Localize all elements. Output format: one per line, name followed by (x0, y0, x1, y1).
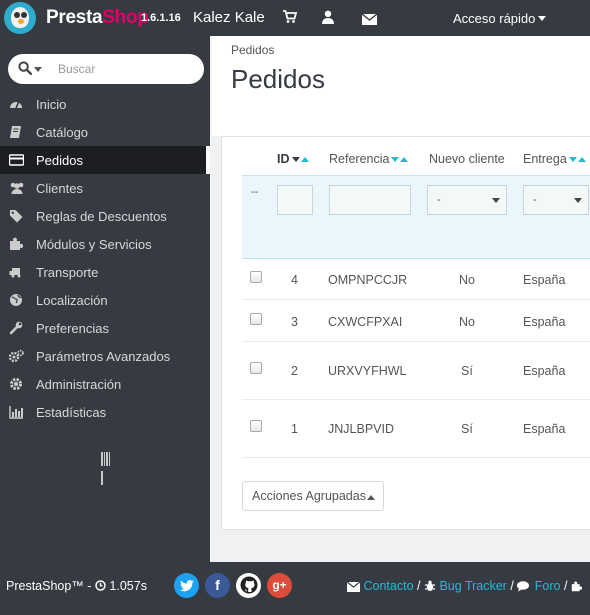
forum-link[interactable]: Foro (535, 579, 561, 593)
footer-links: Contacto / Bug Tracker / Foro / (346, 579, 583, 593)
cell-new-client: No (459, 315, 475, 329)
cell-new-client: Sí (461, 422, 473, 436)
cell-id: 3 (291, 315, 298, 329)
wrench-icon (9, 321, 23, 335)
chevron-up-icon (367, 495, 375, 500)
chevron-down-icon[interactable] (34, 67, 42, 72)
filter-delivery-select[interactable]: - (523, 185, 589, 215)
google-plus-icon[interactable]: g+ (267, 573, 292, 598)
column-header-delivery[interactable]: Entrega (523, 152, 586, 166)
cell-delivery: España (523, 364, 566, 378)
sidebar-item-inicio[interactable]: Inicio (0, 90, 210, 118)
sort-asc-icon[interactable] (577, 157, 586, 162)
facebook-icon[interactable]: f (205, 573, 230, 598)
sidebar-item-transporte[interactable]: Transporte (0, 258, 210, 286)
version-label: 1.6.1.16 (141, 12, 181, 24)
sidebar-item-estadisticas[interactable]: Estadísticas (0, 398, 210, 426)
twitter-icon[interactable] (174, 573, 199, 598)
cell-id: 4 (291, 273, 298, 287)
credit-card-icon (8, 153, 25, 167)
sort-asc-icon[interactable] (400, 157, 409, 162)
globe-icon (9, 293, 23, 307)
shop-name-link[interactable]: Kalez Kale (193, 9, 265, 26)
column-header-reference[interactable]: Referencia (329, 152, 409, 166)
top-header: PrestaShop 1.6.1.16 Kalez Kale Acceso rá… (0, 0, 590, 36)
sidebar: Inicio Catálogo Pedidos Clientes Reglas … (0, 36, 210, 562)
comments-icon (517, 579, 531, 593)
user-icon[interactable] (322, 10, 334, 29)
column-header-id[interactable]: ID (277, 152, 309, 166)
cart-icon[interactable] (283, 10, 298, 29)
column-header-new-client: Nuevo cliente (429, 152, 505, 166)
cogs-icon (8, 349, 24, 363)
sidebar-item-localizacion[interactable]: Localización (0, 286, 210, 314)
footer-info: PrestaShop™ - 1.057s (6, 579, 147, 593)
clock-icon (95, 579, 106, 593)
search-input[interactable] (58, 60, 198, 78)
cell-reference: URXVYFHWL (328, 364, 407, 378)
brand-name[interactable]: PrestaShop (46, 7, 149, 29)
sidebar-item-clientes[interactable]: Clientes (0, 174, 210, 202)
chevron-down-icon (538, 16, 547, 21)
cell-new-client: No (459, 273, 475, 287)
cell-id: 2 (291, 364, 298, 378)
search-box (8, 54, 204, 84)
truck-icon (9, 265, 23, 279)
cell-reference: CXWCFPXAI (328, 315, 403, 329)
page-title: Pedidos (231, 64, 325, 94)
filter-id-input[interactable] (277, 185, 313, 215)
quick-access-dropdown[interactable]: Acceso rápido (453, 11, 547, 26)
filter-dash: -- (251, 186, 259, 198)
row-checkbox[interactable] (250, 313, 262, 325)
cell-delivery: España (523, 422, 566, 436)
cell-id: 1 (291, 422, 298, 436)
github-icon[interactable] (236, 573, 261, 598)
cell-delivery: España (523, 315, 566, 329)
book-icon (9, 125, 23, 139)
prestashop-logo-icon[interactable] (4, 2, 36, 34)
sidebar-item-parametros-avanzados[interactable]: Parámetros Avanzados (0, 342, 210, 370)
cell-delivery: España (523, 273, 566, 287)
row-checkbox[interactable] (250, 420, 262, 432)
sidebar-item-modulos[interactable]: Módulos y Servicios (0, 230, 210, 258)
sort-asc-icon[interactable] (300, 157, 309, 162)
dashboard-icon (9, 97, 23, 111)
cog-icon (9, 377, 23, 391)
bar-chart-icon (9, 405, 23, 419)
sort-desc-icon[interactable] (291, 157, 300, 162)
tags-icon (9, 209, 23, 223)
sidebar-item-pedidos[interactable]: Pedidos (0, 146, 210, 174)
load-time: 1.057s (109, 579, 147, 593)
filter-new-client-select[interactable]: - (427, 185, 507, 215)
users-icon (9, 181, 24, 195)
sidebar-item-preferencias[interactable]: Preferencias (0, 314, 210, 342)
bug-tracker-link[interactable]: Bug Tracker (439, 579, 506, 593)
bulk-actions-button[interactable]: Acciones Agrupadas (242, 481, 384, 511)
contact-link[interactable]: Contacto (363, 579, 413, 593)
sort-desc-icon[interactable] (391, 157, 400, 162)
bug-icon (424, 579, 436, 593)
cell-reference: OMPNPCCJR (328, 273, 408, 287)
collapse-menu-icon[interactable] (101, 452, 111, 485)
puzzle-icon (9, 237, 24, 251)
filter-reference-input[interactable] (329, 185, 411, 215)
sidebar-menu: Inicio Catálogo Pedidos Clientes Reglas … (0, 90, 210, 426)
envelope-icon[interactable] (361, 12, 378, 30)
sidebar-item-reglas-descuentos[interactable]: Reglas de Descuentos (0, 202, 210, 230)
puzzle-icon (571, 579, 583, 593)
breadcrumb[interactable]: Pedidos (231, 43, 274, 57)
envelope-icon (346, 579, 361, 593)
sidebar-item-administracion[interactable]: Administración (0, 370, 210, 398)
cell-reference: JNJLBPVID (328, 422, 394, 436)
row-checkbox[interactable] (250, 271, 262, 283)
sort-desc-icon[interactable] (568, 157, 577, 162)
chevron-down-icon (492, 198, 500, 203)
row-checkbox[interactable] (250, 362, 262, 374)
sidebar-item-catalogo[interactable]: Catálogo (0, 118, 210, 146)
cell-new-client: Sí (461, 364, 473, 378)
search-icon[interactable] (18, 61, 32, 80)
chevron-down-icon (574, 198, 582, 203)
